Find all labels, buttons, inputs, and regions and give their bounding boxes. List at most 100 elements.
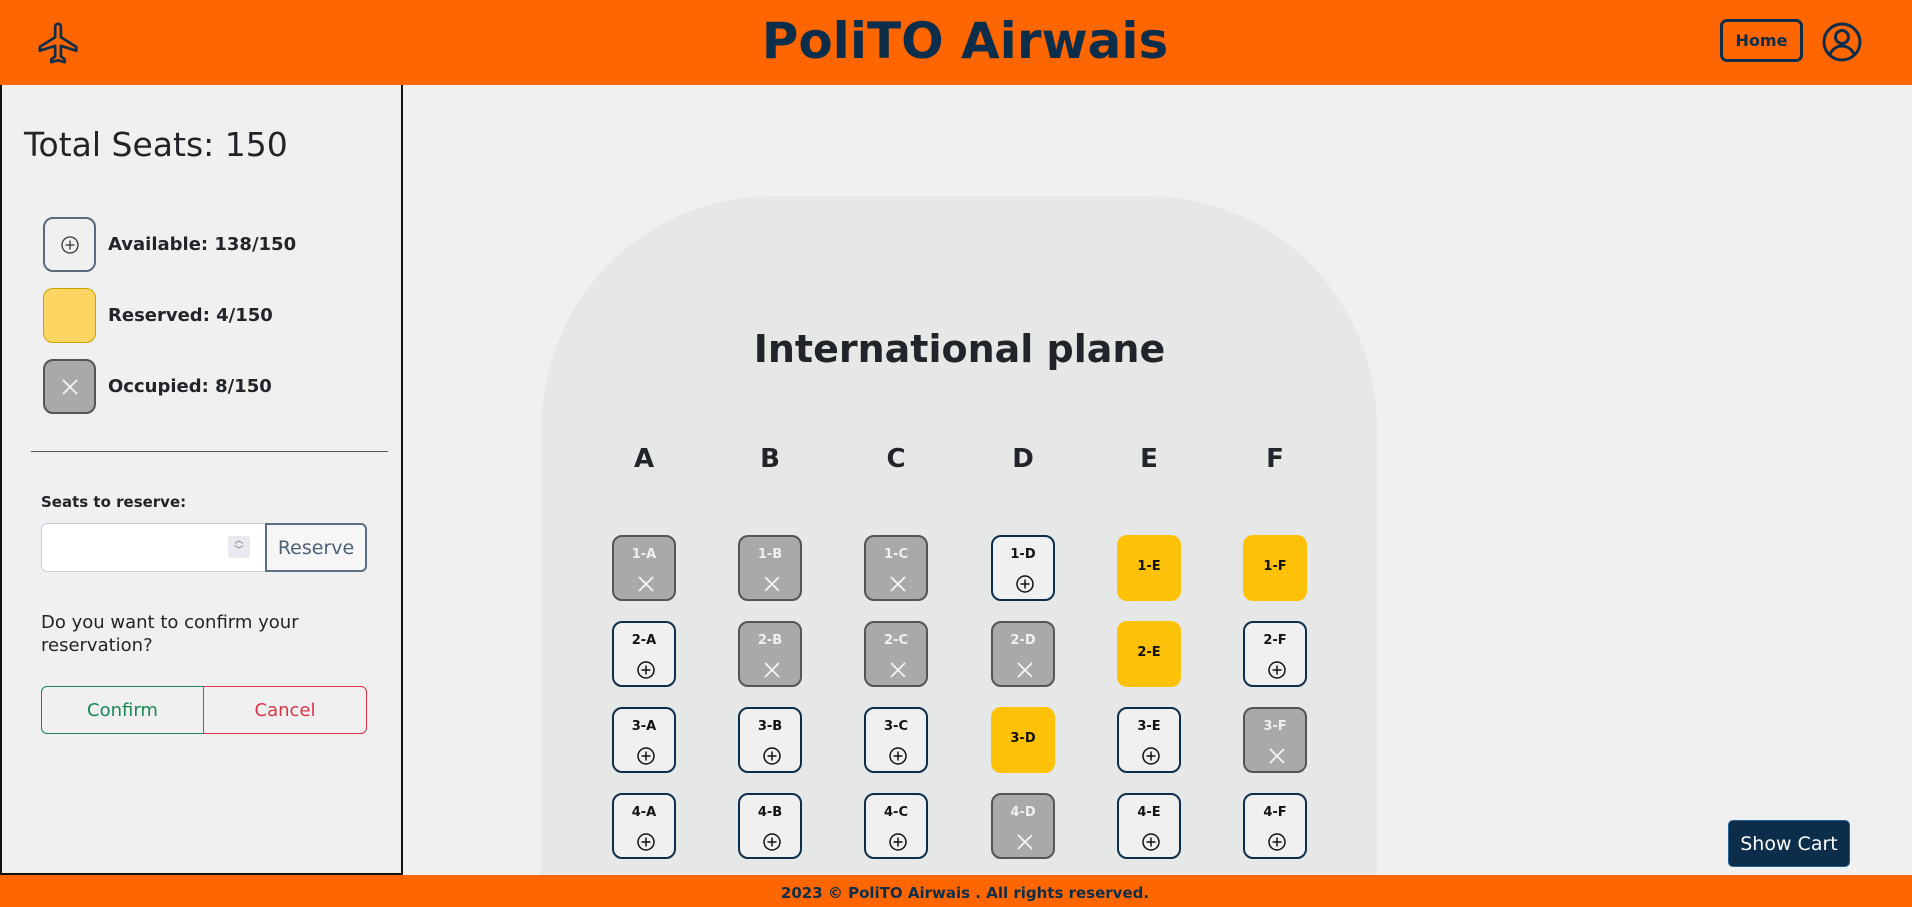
seat-label: 2-F [1263, 633, 1287, 648]
seat-label: 2-B [757, 633, 783, 648]
x-icon [764, 662, 780, 678]
x-icon [61, 378, 78, 395]
x-icon [1017, 662, 1033, 678]
legend-occupied-swatch [43, 359, 96, 414]
seat-4-e[interactable]: 4-E [1117, 793, 1181, 859]
seat-4-d[interactable]: 4-D [991, 793, 1055, 859]
plane-title: International plane [753, 327, 1166, 371]
plus-circle-icon [889, 747, 907, 765]
seat-label: 3-C [884, 719, 908, 734]
seat-3-c[interactable]: 3-C [864, 707, 928, 773]
seat-label: 4-D [1010, 805, 1036, 820]
column-header-e: E [1140, 444, 1158, 474]
seat-4-b[interactable]: 4-B [738, 793, 802, 859]
x-icon [1017, 834, 1033, 850]
seat-label: 4-E [1137, 805, 1161, 820]
total-seats: Total Seats: 150 [24, 125, 288, 164]
seat-label: 4-B [757, 805, 783, 820]
x-icon [1269, 748, 1285, 764]
plus-circle-icon [763, 747, 781, 765]
seat-1-f[interactable]: 1-F [1243, 535, 1307, 601]
plus-circle-icon [637, 747, 655, 765]
confirm-button[interactable]: Confirm [41, 686, 204, 734]
legend-reserved-swatch [43, 288, 96, 343]
seat-label: 3-E [1137, 719, 1161, 734]
divider [31, 451, 388, 452]
seat-1-d[interactable]: 1-D [991, 535, 1055, 601]
seat-3-f[interactable]: 3-F [1243, 707, 1307, 773]
seat-2-b[interactable]: 2-B [738, 621, 802, 687]
seat-label: 2-A [631, 633, 657, 648]
seat-1-b[interactable]: 1-B [738, 535, 802, 601]
seat-label: 1-A [631, 547, 657, 562]
seat-label: 1-D [1010, 547, 1036, 562]
legend-available-swatch [43, 217, 96, 272]
seat-label: 3-B [757, 719, 783, 734]
seat-2-e[interactable]: 2-E [1117, 621, 1181, 687]
footer-copyright: 2023 © PoliTO Airwais . All rights reser… [780, 884, 1150, 902]
seat-1-c[interactable]: 1-C [864, 535, 928, 601]
home-button[interactable]: Home [1720, 19, 1803, 62]
seat-label: 1-B [757, 547, 783, 562]
show-cart-button[interactable]: Show Cart [1728, 820, 1850, 867]
x-icon [890, 662, 906, 678]
cancel-button[interactable]: Cancel [203, 686, 367, 734]
seat-label: 4-C [884, 805, 908, 820]
plus-circle-icon [1268, 661, 1286, 679]
seat-1-e[interactable]: 1-E [1117, 535, 1181, 601]
legend-reserved: Reserved: 4/150 [43, 288, 273, 343]
seat-4-f[interactable]: 4-F [1243, 793, 1307, 859]
number-spinner[interactable]: ︿ ﹀ [228, 536, 250, 558]
column-header-d: D [1012, 444, 1034, 474]
seat-2-c[interactable]: 2-C [864, 621, 928, 687]
x-icon [638, 576, 654, 592]
plus-circle-icon [1142, 747, 1160, 765]
plus-circle-icon [60, 235, 79, 254]
seat-4-a[interactable]: 4-A [612, 793, 676, 859]
seat-label: 2-C [884, 633, 908, 648]
plus-circle-icon [637, 833, 655, 851]
seat-label: 2-E [1137, 645, 1161, 660]
seat-label: 4-A [631, 805, 657, 820]
seat-1-a[interactable]: 1-A [612, 535, 676, 601]
x-icon [890, 576, 906, 592]
seat-3-a[interactable]: 3-A [612, 707, 676, 773]
plus-circle-icon [1142, 833, 1160, 851]
footer: 2023 © PoliTO Airwais . All rights reser… [0, 875, 1912, 907]
column-header-a: A [633, 444, 655, 474]
seat-3-b[interactable]: 3-B [738, 707, 802, 773]
seat-3-e[interactable]: 3-E [1117, 707, 1181, 773]
seat-3-d[interactable]: 3-D [991, 707, 1055, 773]
seat-4-c[interactable]: 4-C [864, 793, 928, 859]
column-header-c: C [886, 444, 906, 474]
seat-2-d[interactable]: 2-D [991, 621, 1055, 687]
column-header-b: B [760, 444, 780, 474]
seat-label: 4-F [1263, 805, 1287, 820]
seat-label: 3-D [1010, 731, 1036, 746]
seat-label: 3-F [1263, 719, 1287, 734]
seat-2-a[interactable]: 2-A [612, 621, 676, 687]
legend-occupied: Occupied: 8/150 [43, 359, 272, 414]
plus-circle-icon [637, 661, 655, 679]
top-navbar: PoliTO Airwais Home [0, 0, 1912, 85]
seat-label: 1-E [1137, 559, 1161, 574]
seats-to-reserve-label: Seats to reserve: [41, 493, 187, 511]
plus-circle-icon [763, 833, 781, 851]
sidebar: Total Seats: 150 Available: 138/150 Rese… [0, 85, 403, 875]
seat-label: 1-F [1263, 559, 1287, 574]
legend-reserved-label: Reserved: 4/150 [108, 305, 273, 326]
seat-label: 2-D [1010, 633, 1036, 648]
seat-2-f[interactable]: 2-F [1243, 621, 1307, 687]
plus-circle-icon [1268, 833, 1286, 851]
reserve-button[interactable]: Reserve [265, 523, 367, 572]
column-header-f: F [1266, 444, 1284, 474]
legend-available-label: Available: 138/150 [108, 234, 297, 255]
x-icon [764, 576, 780, 592]
legend-available: Available: 138/150 [43, 217, 296, 272]
plus-circle-icon [889, 833, 907, 851]
seat-label: 3-A [631, 719, 657, 734]
app-title: PoliTO Airwais [761, 12, 1169, 70]
plus-circle-icon [1016, 575, 1034, 593]
user-circle-icon[interactable] [1822, 22, 1862, 62]
confirm-question: Do you want to confirm your reservation? [41, 612, 299, 656]
